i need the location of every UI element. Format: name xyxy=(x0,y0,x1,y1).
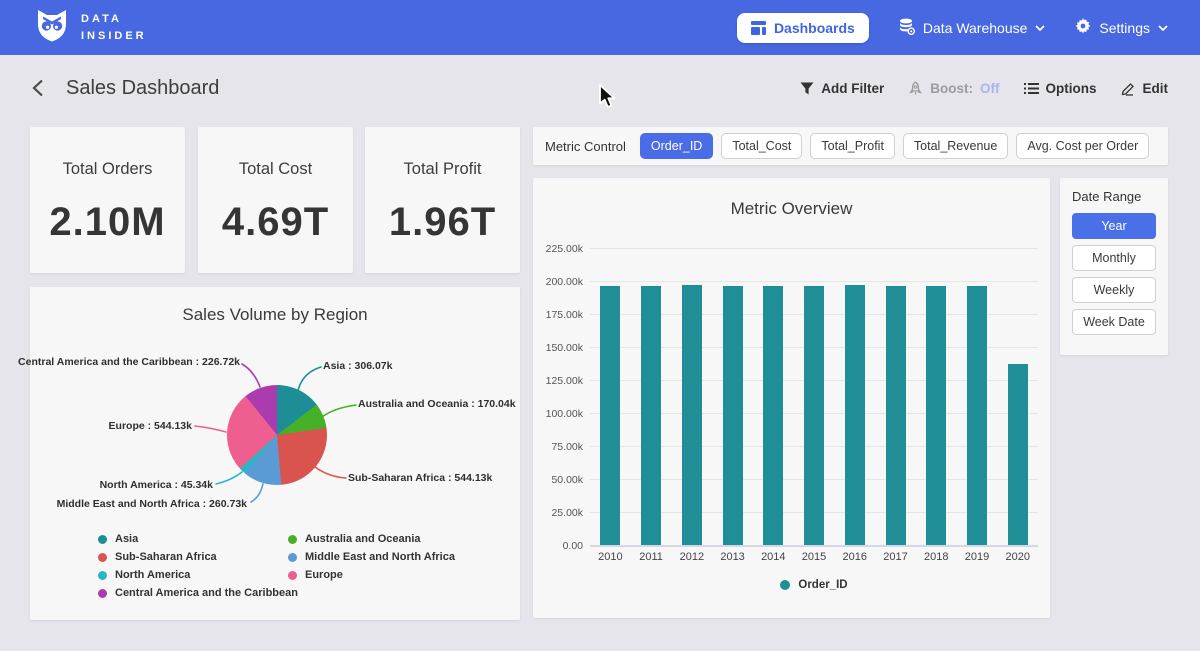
kpi-label: Total Profit xyxy=(404,160,482,179)
gear-icon xyxy=(1075,18,1091,37)
kpi-value: 1.96T xyxy=(389,200,496,245)
legend-item[interactable]: Australia and Oceania xyxy=(288,533,455,545)
date-range-button-year[interactable]: Year xyxy=(1072,213,1156,239)
legend-dot xyxy=(288,553,297,562)
pie-label-europe: Europe : 544.13k xyxy=(109,420,192,432)
bar[interactable] xyxy=(967,286,987,545)
options-list-icon xyxy=(1024,82,1039,95)
pie-chart[interactable] xyxy=(227,385,327,485)
nav-data-warehouse-label: Data Warehouse xyxy=(923,20,1028,36)
metric-button-total-revenue[interactable]: Total_Revenue xyxy=(903,133,1008,159)
legend-label: Order_ID xyxy=(798,579,847,591)
metric-button-order-id[interactable]: Order_ID xyxy=(640,133,713,159)
back-button[interactable] xyxy=(32,79,44,97)
dashboards-grid-icon xyxy=(751,21,766,35)
kpi-card-total-profit: Total Profit 1.96T xyxy=(365,127,520,273)
brand-logo[interactable]: DATA INSIDER xyxy=(34,7,147,48)
metric-button-avg-cost[interactable]: Avg. Cost per Order xyxy=(1016,133,1149,159)
nav-settings-label: Settings xyxy=(1099,20,1150,36)
nav-dashboards-label: Dashboards xyxy=(774,20,855,36)
pie-label-asia: Asia : 306.07k xyxy=(323,360,392,372)
legend-dot xyxy=(98,553,107,562)
bar[interactable] xyxy=(804,286,824,545)
nav-data-warehouse-menu[interactable]: Data Warehouse xyxy=(899,18,1046,38)
boost-label: Boost: xyxy=(930,81,973,96)
boost-value: Off xyxy=(980,81,1000,96)
legend-item[interactable]: Sub-Saharan Africa xyxy=(98,551,298,563)
bar[interactable] xyxy=(926,286,946,545)
legend-item[interactable]: Asia xyxy=(98,533,298,545)
pie-label-sub-saharan: Sub-Saharan Africa : 544.13k xyxy=(348,472,492,484)
chart-x-axis: 2010201120122013201420152016201720182019… xyxy=(590,551,1038,563)
filter-icon xyxy=(800,82,814,95)
bar[interactable] xyxy=(682,285,702,545)
nav-settings-menu[interactable]: Settings xyxy=(1075,18,1168,37)
pie-label-mena: Middle East and North Africa : 260.73k xyxy=(57,498,247,510)
rocket-icon xyxy=(908,81,923,96)
sales-volume-pie-card: Sales Volume by Region Central America a… xyxy=(30,287,520,620)
metric-control-label: Metric Control xyxy=(545,139,626,154)
bar[interactable] xyxy=(641,286,661,545)
add-filter-label: Add Filter xyxy=(821,81,884,96)
options-label: Options xyxy=(1046,81,1097,96)
bar[interactable] xyxy=(886,286,906,545)
metric-control-bar: Metric Control Order_ID Total_Cost Total… xyxy=(533,127,1168,165)
date-range-button-monthly[interactable]: Monthly xyxy=(1072,245,1156,271)
kpi-value: 2.10M xyxy=(49,200,165,245)
date-range-button-weekly[interactable]: Weekly xyxy=(1072,277,1156,303)
add-filter-button[interactable]: Add Filter xyxy=(800,81,884,96)
chevron-down-icon xyxy=(1035,25,1045,31)
page-title: Sales Dashboard xyxy=(66,77,219,100)
pie-legend-column-2: Australia and Oceania Middle East and No… xyxy=(288,533,455,581)
bar[interactable] xyxy=(600,286,620,545)
legend-item[interactable]: Middle East and North Africa xyxy=(288,551,455,563)
pie-chart-title: Sales Volume by Region xyxy=(30,305,520,325)
nav-dashboards-button[interactable]: Dashboards xyxy=(737,13,869,43)
legend-dot xyxy=(98,535,107,544)
bar-series[interactable] xyxy=(590,248,1038,545)
boost-toggle[interactable]: Boost: Off xyxy=(908,81,999,96)
chevron-down-icon xyxy=(1158,25,1168,31)
options-button[interactable]: Options xyxy=(1024,81,1097,96)
kpi-value: 4.69T xyxy=(222,200,329,245)
kpi-label: Total Orders xyxy=(63,160,153,179)
kpi-card-total-cost: Total Cost 4.69T xyxy=(198,127,353,273)
bar[interactable] xyxy=(763,286,783,545)
pencil-icon xyxy=(1121,81,1136,96)
pie-legend-column-1: Asia Sub-Saharan Africa North America Ce… xyxy=(98,533,298,599)
kpi-label: Total Cost xyxy=(239,160,312,179)
date-range-label: Date Range xyxy=(1072,189,1156,204)
metric-button-total-profit[interactable]: Total_Profit xyxy=(810,133,895,159)
pie-label-australia: Australia and Oceania : 170.04k xyxy=(358,398,516,410)
kpi-card-total-orders: Total Orders 2.10M xyxy=(30,127,185,273)
bar[interactable] xyxy=(845,285,865,545)
legend-dot xyxy=(98,571,107,580)
edit-label: Edit xyxy=(1143,81,1169,96)
owl-logo-icon xyxy=(34,7,70,48)
chart-title: Metric Overview xyxy=(533,199,1050,219)
edit-button[interactable]: Edit xyxy=(1121,81,1169,96)
pie-label-central-america: Central America and the Caribbean : 226.… xyxy=(18,356,240,368)
legend-item[interactable]: North America xyxy=(98,569,298,581)
brand-name: DATA INSIDER xyxy=(81,11,147,44)
legend-dot xyxy=(780,580,790,590)
metric-overview-chart-card: Metric Overview 0.0025.00k50.00k75.00k10… xyxy=(533,178,1050,618)
date-range-panel: Date Range Year Monthly Weekly Week Date xyxy=(1060,178,1168,355)
legend-item[interactable]: Central America and the Caribbean xyxy=(98,587,298,599)
chart-legend[interactable]: Order_ID xyxy=(590,579,1038,591)
metric-button-total-cost[interactable]: Total_Cost xyxy=(721,133,802,159)
top-navbar: DATA INSIDER Dashboards Data Warehouse xyxy=(0,0,1200,55)
legend-dot xyxy=(98,589,107,598)
pie-label-north-america: North America : 45.34k xyxy=(100,479,213,491)
legend-dot xyxy=(288,535,297,544)
bar[interactable] xyxy=(1008,364,1028,545)
legend-item[interactable]: Europe xyxy=(288,569,455,581)
mouse-cursor xyxy=(596,84,619,114)
database-icon xyxy=(899,18,915,38)
legend-dot xyxy=(288,571,297,580)
bar[interactable] xyxy=(723,286,743,545)
date-range-button-week-date[interactable]: Week Date xyxy=(1072,309,1156,335)
